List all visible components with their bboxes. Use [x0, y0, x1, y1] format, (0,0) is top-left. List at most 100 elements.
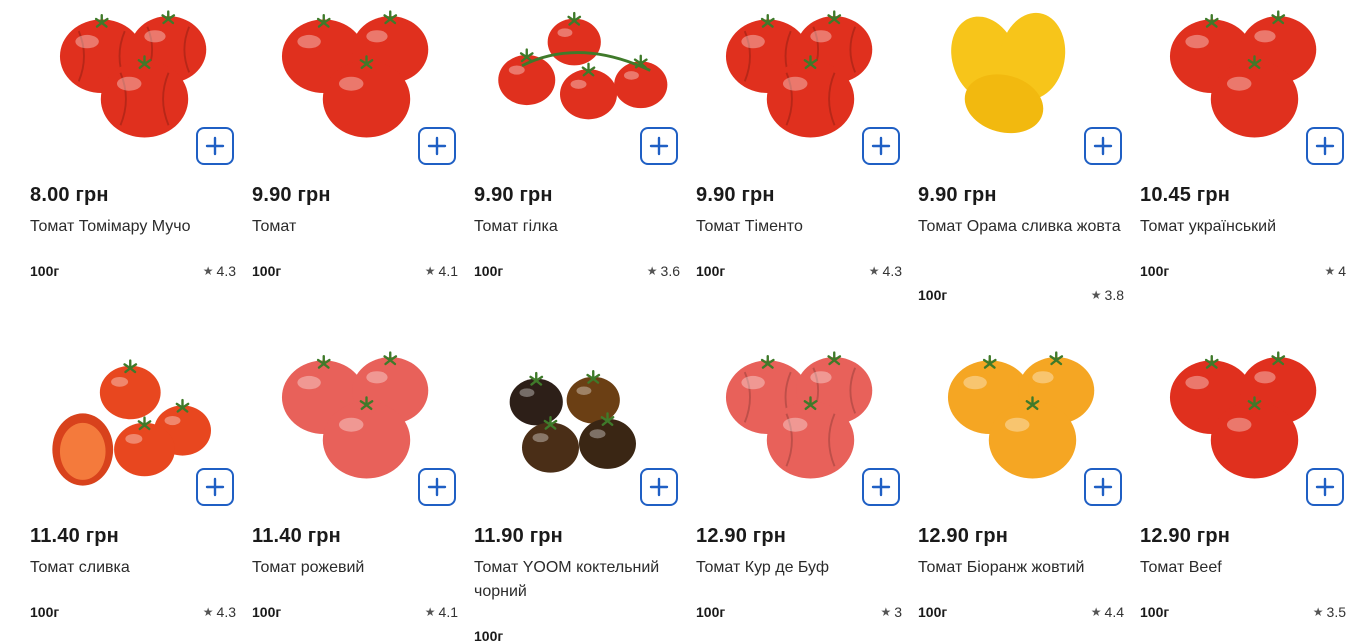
product-meta: 100г ★ 4.1: [252, 604, 458, 620]
product-price: 12.90 грн: [696, 525, 787, 547]
star-icon: ★: [424, 605, 436, 619]
product-rating: ★ 4: [1324, 263, 1346, 279]
add-to-cart-button[interactable]: [196, 468, 234, 506]
product-meta: 100г ★ 4.3: [30, 604, 236, 620]
star-icon: ★: [646, 264, 658, 278]
product-card[interactable]: 9.90 грн Томат Орама сливка жовта 100г ★…: [918, 0, 1126, 303]
product-name[interactable]: Томат Томімару Мучо: [30, 215, 234, 239]
product-image-area[interactable]: [1140, 0, 1348, 178]
product-meta: 100г ★ 3.8: [918, 287, 1124, 303]
product-card[interactable]: 11.40 грн Томат сливка 100г ★ 4.3: [30, 341, 238, 620]
product-name[interactable]: Томат Біоранж жовтий: [918, 556, 1122, 580]
star-icon: ★: [1324, 264, 1336, 278]
product-card[interactable]: 9.90 грн Томат гілка 100г ★ 3.6: [474, 0, 682, 279]
product-rating: ★ 4.3: [203, 604, 236, 620]
add-to-cart-button[interactable]: [1084, 127, 1122, 165]
rating-value: 3: [894, 604, 902, 620]
product-weight: 100г: [474, 263, 504, 279]
product-name[interactable]: Томат Beef: [1140, 556, 1344, 580]
product-name[interactable]: Томат український: [1140, 215, 1344, 239]
product-meta: 100г ★ 4.3: [696, 263, 902, 279]
rating-value: 4: [1338, 263, 1346, 279]
product-rating: ★ 3: [880, 604, 902, 620]
product-image-area[interactable]: [1140, 341, 1348, 519]
add-to-cart-button[interactable]: [1084, 468, 1122, 506]
product-card[interactable]: 10.45 грн Томат український 100г ★ 4: [1140, 0, 1348, 279]
product-weight: 100г: [918, 287, 948, 303]
product-image-area[interactable]: [474, 341, 682, 519]
product-name[interactable]: Томат: [252, 215, 456, 239]
product-price: 12.90 грн: [1140, 525, 1231, 547]
add-to-cart-button[interactable]: [640, 468, 678, 506]
product-card[interactable]: 9.90 грн Томат 100г ★ 4.1: [252, 0, 460, 279]
product-name[interactable]: Томат YOOM коктельний чорний: [474, 556, 678, 604]
plus-icon: [1093, 136, 1113, 156]
add-to-cart-button[interactable]: [862, 468, 900, 506]
product-image-area[interactable]: [696, 0, 904, 178]
star-icon: ★: [880, 605, 892, 619]
product-price: 9.90 грн: [918, 184, 997, 206]
product-weight: 100г: [30, 263, 60, 279]
star-icon: ★: [1090, 288, 1102, 302]
product-price: 12.90 грн: [918, 525, 1009, 547]
add-to-cart-button[interactable]: [196, 127, 234, 165]
product-weight: 100г: [252, 604, 282, 620]
star-icon: ★: [1090, 605, 1102, 619]
rating-value: 4.1: [438, 604, 458, 620]
rating-value: 3.8: [1104, 287, 1124, 303]
add-to-cart-button[interactable]: [418, 468, 456, 506]
product-image-area[interactable]: [30, 341, 238, 519]
rating-value: 4.3: [216, 604, 236, 620]
product-meta: 100г ★ 3.5: [1140, 604, 1346, 620]
plus-icon: [427, 136, 447, 156]
product-image-area[interactable]: [252, 0, 460, 178]
add-to-cart-button[interactable]: [1306, 127, 1344, 165]
product-image-area[interactable]: [252, 341, 460, 519]
product-image-area[interactable]: [918, 0, 1126, 178]
star-icon: ★: [202, 264, 214, 278]
product-card[interactable]: 12.90 грн Томат Біоранж жовтий 100г ★ 4.…: [918, 341, 1126, 620]
rating-value: 3.6: [660, 263, 680, 279]
star-icon: ★: [1312, 605, 1324, 619]
product-name[interactable]: Томат сливка: [30, 556, 234, 580]
add-to-cart-button[interactable]: [418, 127, 456, 165]
product-rating: ★ 3.5: [1313, 604, 1346, 620]
product-card[interactable]: 11.40 грн Томат рожевий 100г ★ 4.1: [252, 341, 460, 620]
product-rating: ★ 4.4: [1091, 604, 1124, 620]
product-rating: ★ 4.1: [425, 263, 458, 279]
star-icon: ★: [424, 264, 436, 278]
product-image-area[interactable]: [474, 0, 682, 178]
product-price: 10.45 грн: [1140, 184, 1231, 206]
product-price: 8.00 грн: [30, 184, 109, 206]
plus-icon: [1093, 477, 1113, 497]
product-meta: 100г ★ 3: [696, 604, 902, 620]
plus-icon: [871, 136, 891, 156]
product-name[interactable]: Томат Кур де Буф: [696, 556, 900, 580]
product-image-area[interactable]: [918, 341, 1126, 519]
product-weight: 100г: [696, 604, 726, 620]
add-to-cart-button[interactable]: [1306, 468, 1344, 506]
product-rating: ★ 4.3: [203, 263, 236, 279]
product-image-area[interactable]: [30, 0, 238, 178]
product-price: 9.90 грн: [474, 184, 553, 206]
product-card[interactable]: 12.90 грн Томат Кур де Буф 100г ★ 3: [696, 341, 904, 620]
plus-icon: [649, 136, 669, 156]
product-card[interactable]: 9.90 грн Томат Тіменто 100г ★ 4.3: [696, 0, 904, 279]
product-name[interactable]: Томат Тіменто: [696, 215, 900, 239]
add-to-cart-button[interactable]: [862, 127, 900, 165]
product-card[interactable]: 11.90 грн Томат YOOM коктельний чорний 1…: [474, 341, 682, 644]
product-weight: 100г: [918, 604, 948, 620]
plus-icon: [1315, 477, 1335, 497]
product-meta: 100г ★ 4.4: [918, 604, 1124, 620]
product-price: 9.90 грн: [252, 184, 331, 206]
product-weight: 100г: [252, 263, 282, 279]
product-name[interactable]: Томат Орама сливка жовта: [918, 215, 1122, 239]
product-card[interactable]: 8.00 грн Томат Томімару Мучо 100г ★ 4.3: [30, 0, 238, 279]
add-to-cart-button[interactable]: [640, 127, 678, 165]
plus-icon: [649, 477, 669, 497]
product-image-area[interactable]: [696, 341, 904, 519]
product-name[interactable]: Томат гілка: [474, 215, 678, 239]
product-name[interactable]: Томат рожевий: [252, 556, 456, 580]
product-card[interactable]: 12.90 грн Томат Beef 100г ★ 3.5: [1140, 341, 1348, 620]
product-price: 11.40 грн: [30, 525, 119, 547]
